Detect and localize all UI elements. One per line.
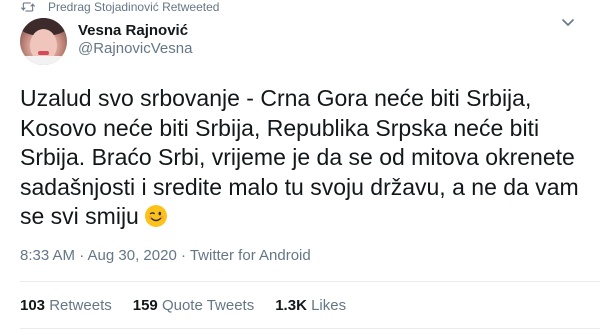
author-handle[interactable]: @RajnovicVesna bbox=[78, 40, 192, 58]
avatar[interactable] bbox=[20, 18, 67, 65]
retweet-context-label[interactable]: Predrag Stojadinović Retweeted bbox=[48, 0, 219, 14]
winking-face-emoji bbox=[144, 205, 167, 227]
tweet-text: Uzalud svo srbovanje - Crna Gora neće bi… bbox=[20, 84, 580, 232]
quote-tweets-stat[interactable]: 159 Quote Tweets bbox=[133, 297, 254, 314]
tweet-text-line-last: se svi smiju bbox=[20, 202, 580, 232]
tweet-text-line: Srbija. Braćo Srbi, vrijeme je da se od … bbox=[20, 144, 575, 170]
author-block: Vesna Rajnović @RajnovicVesna bbox=[78, 21, 192, 58]
retweets-label: Retweets bbox=[49, 297, 112, 314]
tweet-header: Vesna Rajnović @RajnovicVesna bbox=[20, 18, 192, 65]
tweet-stats: 103 Retweets 159 Quote Tweets 1.3K Likes bbox=[20, 297, 367, 314]
divider bbox=[20, 328, 600, 329]
retweets-stat[interactable]: 103 Retweets bbox=[20, 297, 112, 314]
retweet-icon bbox=[20, 2, 36, 12]
tweet-text-line: Kosovo neće biti Srbija, Republika Srpsk… bbox=[20, 114, 540, 141]
likes-count: 1.3K bbox=[275, 297, 307, 314]
likes-stat[interactable]: 1.3K Likes bbox=[275, 297, 346, 314]
tweet-timestamp[interactable]: 8:33 AM · Aug 30, 2020 · Twitter for And… bbox=[20, 247, 311, 264]
likes-label: Likes bbox=[311, 297, 347, 314]
more-options-chevron-down-icon[interactable] bbox=[560, 14, 576, 30]
retweets-count: 103 bbox=[20, 297, 46, 314]
quote-tweets-label: Quote Tweets bbox=[161, 297, 255, 314]
retweet-context: Predrag Stojadinović Retweeted bbox=[20, 0, 219, 14]
tweet-text-fragment: se svi smiju bbox=[20, 203, 139, 229]
tweet-text-line: sadašnjosti i sredite malo tu svoju drža… bbox=[20, 173, 579, 200]
tweet-text-line: Uzalud svo srbovanje - Crna Gora neće bi… bbox=[20, 85, 532, 111]
divider bbox=[20, 281, 600, 282]
author-display-name[interactable]: Vesna Rajnović bbox=[78, 21, 192, 40]
quote-tweets-count: 159 bbox=[132, 297, 158, 314]
